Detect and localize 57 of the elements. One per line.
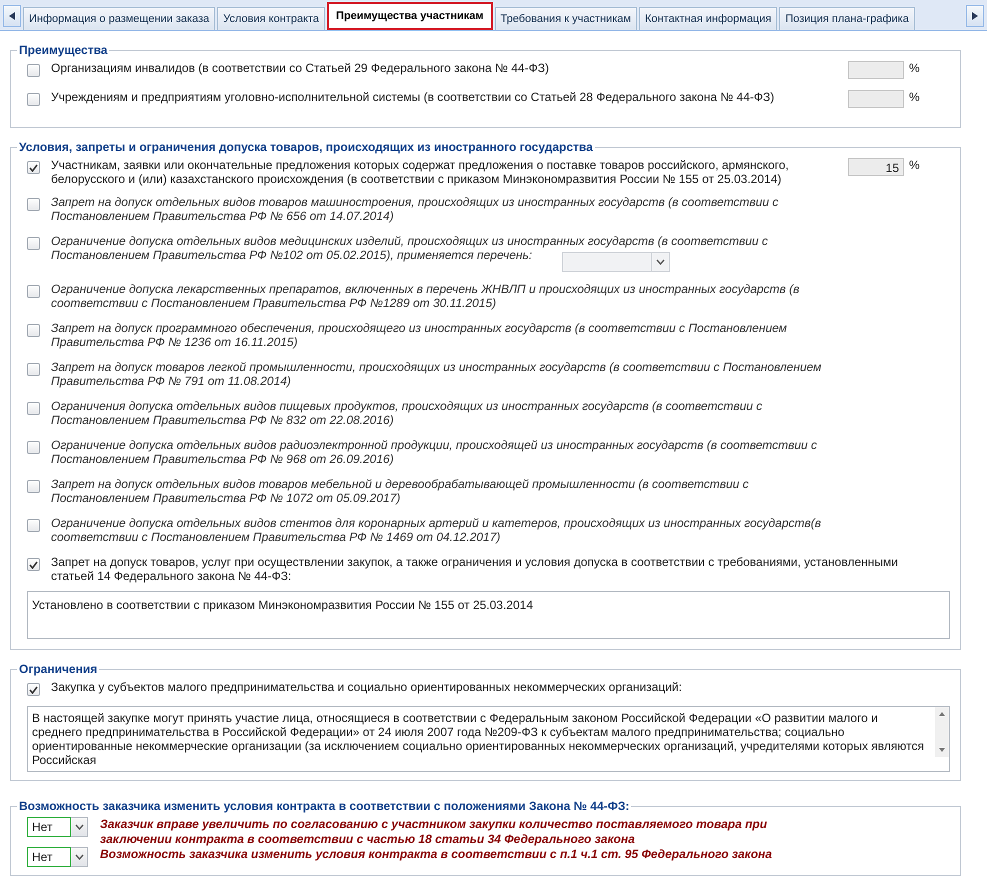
- group-title: Ограничения: [18, 662, 98, 676]
- percent-field[interactable]: [848, 61, 904, 79]
- text-area[interactable]: Установлено в соответствии с приказом Минэкономразвития России № 155 от 25.03.2014: [27, 591, 950, 639]
- option-label: Запрет на допуск программного обеспечения, происходящего из иностранных государств (в соответствии с Постановлением Правительства РФ № 1236 от 16.11.2015): [51, 321, 788, 349]
- option-label: Запрет на допуск товаров легкой промышленности, происходящих из иностранных государств (в соответствии с Постановлением Правительства РФ № 791 от 11.08.2014): [51, 360, 822, 388]
- checkbox[interactable]: [27, 441, 40, 454]
- group-title: Возможность заказчика изменить условия контракта в соответствии с положениями Закона № 44-ФЗ:: [18, 799, 630, 813]
- option-label: Ограничение допуска отдельных видов медицинских изделий, происходящих из иностранных государств (в соответствии с Постановлением Правительства РФ №102 от 05.02.2015), применяется перечень:: [51, 234, 768, 262]
- checkmark-icon: [29, 164, 38, 172]
- checkbox[interactable]: [27, 558, 40, 571]
- option-label: Запрет на допуск отдельных видов товаров мебельной и деревообрабатывающей промышленности (в соответствии с Постановлением Правительства РФ № 1072 от 05.09.2017): [51, 477, 750, 505]
- checkbox[interactable]: [27, 324, 40, 337]
- option-label: Участникам, заявки или окончательные предложения которых содержат предложения о поставке товаров российского, армянского, белорусского и (или) казахстанского происхождения (в соответствии с приказом Минэкономразвития России № 155 от 25.03.2014): [51, 158, 790, 186]
- checkbox[interactable]: [27, 480, 40, 493]
- option-label: Ограничение допуска лекарственных препаратов, включенных в перечень ЖНВЛП и происходящих из иностранных государств (в соответствии с Постановлением Правительства РФ №1289 от 30.11.2015): [51, 282, 800, 310]
- percent-field[interactable]: 15: [848, 158, 904, 176]
- option-label: Заказчик вправе увеличить по согласованию с участником закупки количество поставляемого товара при заключении контракта в соответствии с частью 18 статьи 34 Федерального закона: [100, 817, 768, 847]
- tab[interactable]: Преимущества участникам: [327, 2, 493, 30]
- caret-icon: [74, 824, 84, 830]
- checkbox[interactable]: [27, 402, 40, 415]
- caret-icon: [74, 854, 84, 860]
- checkmark-icon: [29, 686, 38, 694]
- option-label: Организациям инвалидов (в соответствии со Статьей 29 Федерального закона № 44-ФЗ): [51, 61, 550, 75]
- scroll-left-button[interactable]: [3, 5, 21, 27]
- checkbox[interactable]: [27, 519, 40, 532]
- tab[interactable]: Условия контракта: [217, 7, 326, 30]
- checkbox[interactable]: [27, 198, 40, 211]
- group-title: Преимущества: [18, 43, 108, 57]
- option-label: Запрет на допуск товаров, услуг при осуществлении закупок, а также ограничения и условия допуска в соответствии с требованиями, установленными статьей 14 Федерального закона № 44-ФЗ:: [51, 555, 899, 583]
- checkbox[interactable]: [27, 64, 40, 77]
- caret-icon: [656, 259, 666, 265]
- checkmark-icon: [29, 560, 38, 568]
- checkbox[interactable]: [27, 93, 40, 106]
- tab[interactable]: Позиция плана-графика: [779, 7, 915, 30]
- scrollbar: [935, 707, 949, 757]
- option-label: Ограничения допуска отдельных видов пищевых продуктов, происходящих из иностранных государств (в соответствии с Постановлением Правительства РФ № 832 от 22.08.2016): [51, 399, 764, 427]
- percent-sign: %: [909, 90, 920, 104]
- option-label: Ограничение допуска отдельных видов стентов для коронарных артерий и катетеров, происходящих из иностранных государств(в соответствии с Постановлением Правительства РФ № 1469 от 04.12.2017): [51, 516, 822, 544]
- group-title: Условия, запреты и ограничения допуска товаров, происходящих из иностранного государства: [18, 140, 594, 154]
- option-label: Закупка у субъектов малого предпринимательства и социально ориентированных некоммерческих организаций:: [51, 680, 683, 694]
- percent-sign: %: [909, 158, 920, 172]
- tab[interactable]: Требования к участникам: [494, 7, 637, 30]
- scroll-right-button[interactable]: [966, 5, 984, 27]
- checkbox[interactable]: [27, 363, 40, 376]
- checkbox[interactable]: [27, 237, 40, 250]
- list-dropdown[interactable]: [562, 252, 670, 272]
- tab[interactable]: Контактная информация: [638, 7, 778, 30]
- percent-sign: %: [909, 61, 920, 75]
- option-label: Ограничение допуска отдельных видов радиоэлектронной продукции, происходящей из иностранных государств (в соответствии с Постановлением Правительства РФ № 968 от 26.09.2016): [51, 438, 818, 466]
- option-label: Учреждениям и предприятиям уголовно-исполнительной системы (в соответствии со Статьей 28 Федерального закона № 44-ФЗ): [51, 90, 776, 104]
- checkbox[interactable]: [27, 683, 40, 696]
- checkbox[interactable]: [27, 161, 40, 174]
- tab[interactable]: Информация о размещении заказа: [23, 7, 216, 30]
- percent-field[interactable]: [848, 90, 904, 108]
- checkbox[interactable]: [27, 285, 40, 298]
- option-label: Запрет на допуск отдельных видов товаров машиностроения, происходящих из иностранных государств (в соответствии с Постановлением Правительства РФ № 656 от 14.07.2014): [51, 195, 780, 223]
- option-label: Возможность заказчика изменить условия контракта в соответствии с п.1 ч.1 ст. 95 Федерального закона: [100, 847, 773, 862]
